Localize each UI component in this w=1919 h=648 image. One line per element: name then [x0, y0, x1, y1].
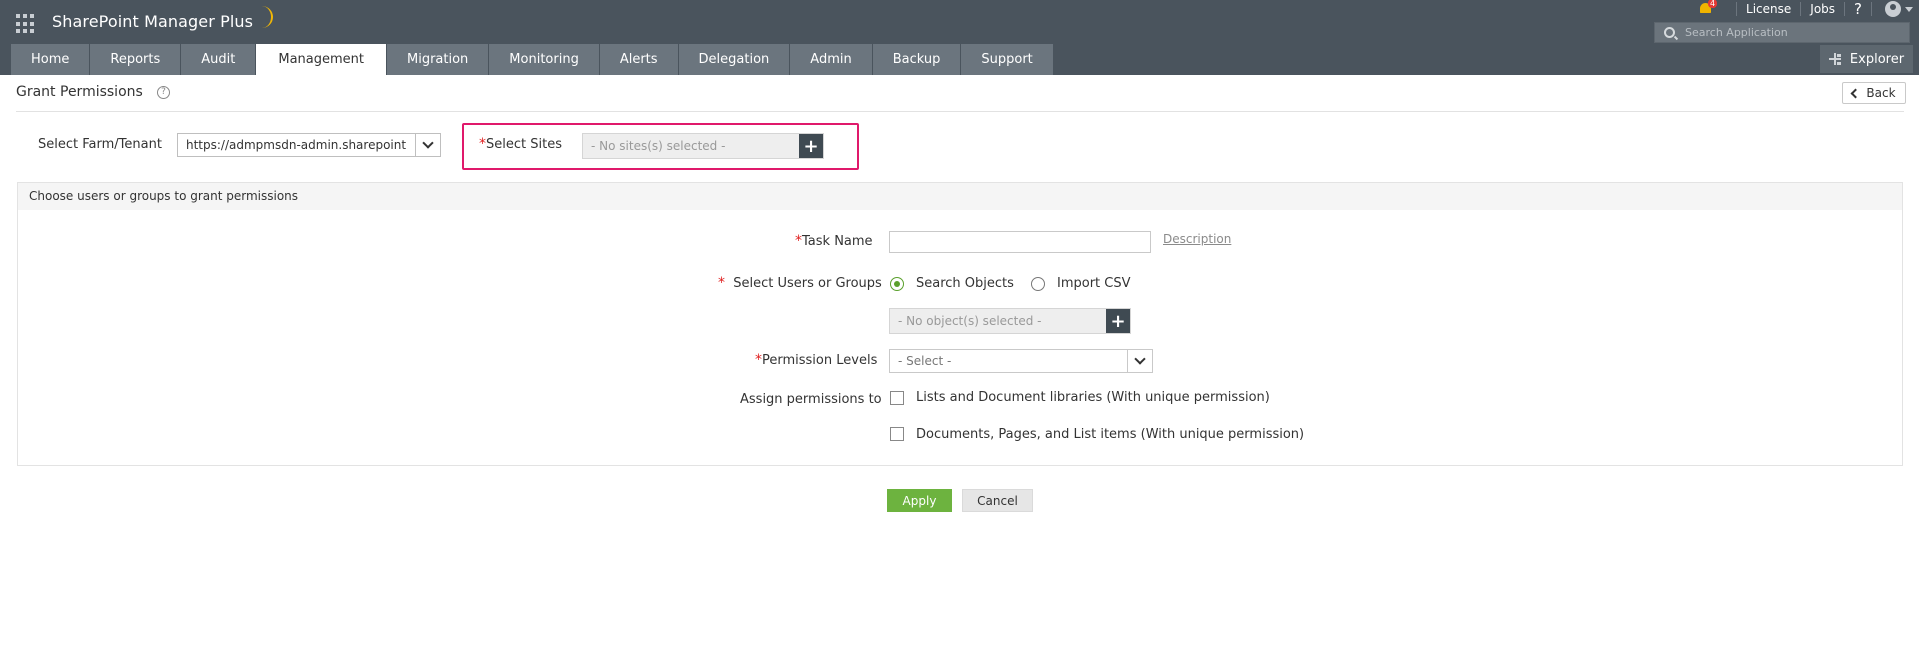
help-icon[interactable]: ? — [1854, 0, 1862, 18]
farm-select-value: https://admpmsdn-admin.sharepoint — [186, 138, 407, 152]
help-circle-icon[interactable]: ? — [157, 86, 170, 99]
permission-label-wrap: *Permission Levels — [755, 352, 877, 368]
app-title: SharePoint Manager Plus — [52, 12, 254, 31]
top-bar: SharePoint Manager Plus 4 License Jobs ?… — [0, 0, 1919, 75]
tab-migration[interactable]: Migration — [387, 44, 489, 75]
import-csv-radio[interactable] — [1031, 277, 1045, 291]
chevron-down-icon — [1134, 353, 1146, 365]
page-title: Grant Permissions — [16, 84, 143, 100]
required-asterisk: * — [795, 233, 802, 249]
tab-admin[interactable]: Admin — [790, 44, 872, 75]
task-name-label-wrap: *Task Name — [795, 233, 873, 249]
tab-reports[interactable]: Reports — [90, 44, 181, 75]
description-link[interactable]: Description — [1163, 232, 1231, 246]
farm-select[interactable]: https://admpmsdn-admin.sharepoint — [177, 133, 441, 157]
users-label-wrap: * Select Users or Groups — [718, 275, 882, 291]
notification-bell-icon[interactable]: 4 — [1699, 0, 1718, 16]
app-search-input[interactable] — [1683, 25, 1897, 40]
assign-label: Assign permissions to — [740, 392, 882, 407]
separator — [1844, 2, 1846, 16]
lists-checkbox[interactable] — [890, 391, 904, 405]
required-asterisk: * — [479, 136, 486, 152]
documents-checkbox-label[interactable]: Documents, Pages, and List items (With u… — [916, 427, 1304, 442]
separator — [1800, 2, 1802, 16]
user-avatar-icon[interactable] — [1885, 1, 1901, 17]
separator — [1736, 2, 1738, 16]
tab-delegation[interactable]: Delegation — [678, 44, 790, 75]
cancel-button[interactable]: Cancel — [962, 489, 1033, 512]
lists-checkbox-label[interactable]: Lists and Document libraries (With uniqu… — [916, 390, 1270, 405]
app-search-box — [1654, 22, 1910, 43]
objects-placeholder: - No object(s) selected - — [898, 314, 1042, 328]
tab-alerts[interactable]: Alerts — [599, 44, 678, 75]
license-link[interactable]: License — [1746, 2, 1791, 16]
users-label: Select Users or Groups — [733, 276, 882, 291]
chevron-down-icon[interactable] — [1905, 6, 1913, 12]
add-objects-button[interactable]: + — [1106, 309, 1130, 333]
search-icon — [1655, 27, 1683, 38]
sites-field[interactable]: - No sites(s) selected - + — [582, 133, 824, 159]
search-objects-label[interactable]: Search Objects — [916, 276, 1014, 291]
permission-select-value: - Select - — [898, 354, 952, 368]
task-name-input[interactable] — [889, 231, 1151, 253]
farm-label: Select Farm/Tenant — [38, 137, 162, 152]
required-asterisk: * — [755, 352, 762, 368]
chevron-left-icon — [1850, 88, 1861, 98]
back-button[interactable]: Back — [1842, 82, 1906, 104]
permission-select[interactable]: - Select - — [889, 349, 1153, 373]
explorer-button[interactable]: Explorer — [1820, 45, 1913, 73]
tab-monitoring[interactable]: Monitoring — [489, 44, 599, 75]
main-tabs: Home Reports Audit Management Migration … — [11, 44, 1054, 75]
app-launcher-icon[interactable] — [16, 14, 36, 34]
brand-logo-swoosh — [257, 6, 273, 28]
task-name-label: Task Name — [802, 234, 873, 249]
separator — [1871, 2, 1872, 16]
notification-count-badge: 4 — [1708, 0, 1718, 8]
apply-button[interactable]: Apply — [887, 489, 952, 512]
permission-label: Permission Levels — [762, 353, 878, 368]
panel-heading: Choose users or groups to grant permissi… — [18, 183, 1902, 210]
top-right-links: 4 License Jobs ? — [1699, 0, 1919, 18]
required-asterisk: * — [718, 275, 725, 291]
sites-placeholder: - No sites(s) selected - — [591, 139, 726, 153]
search-objects-radio[interactable] — [890, 277, 904, 291]
import-csv-label[interactable]: Import CSV — [1057, 276, 1131, 291]
documents-checkbox[interactable] — [890, 427, 904, 441]
tab-audit[interactable]: Audit — [181, 44, 256, 75]
divider — [16, 111, 1904, 112]
farm-dropdown-button[interactable] — [415, 134, 440, 156]
tab-management[interactable]: Management — [256, 44, 386, 75]
sites-label-wrap: *Select Sites — [479, 136, 562, 152]
tab-home[interactable]: Home — [11, 44, 90, 75]
explorer-label: Explorer — [1849, 51, 1905, 67]
add-sites-button[interactable]: + — [799, 134, 823, 158]
explorer-tree-icon — [1828, 53, 1841, 65]
tab-support[interactable]: Support — [961, 44, 1053, 75]
sites-label: Select Sites — [486, 137, 562, 152]
objects-field[interactable]: - No object(s) selected - + — [889, 308, 1131, 334]
jobs-link[interactable]: Jobs — [1810, 2, 1835, 16]
back-label: Back — [1866, 86, 1896, 100]
permission-dropdown-button[interactable] — [1127, 350, 1152, 372]
chevron-down-icon — [422, 137, 434, 149]
tab-backup[interactable]: Backup — [872, 44, 961, 75]
